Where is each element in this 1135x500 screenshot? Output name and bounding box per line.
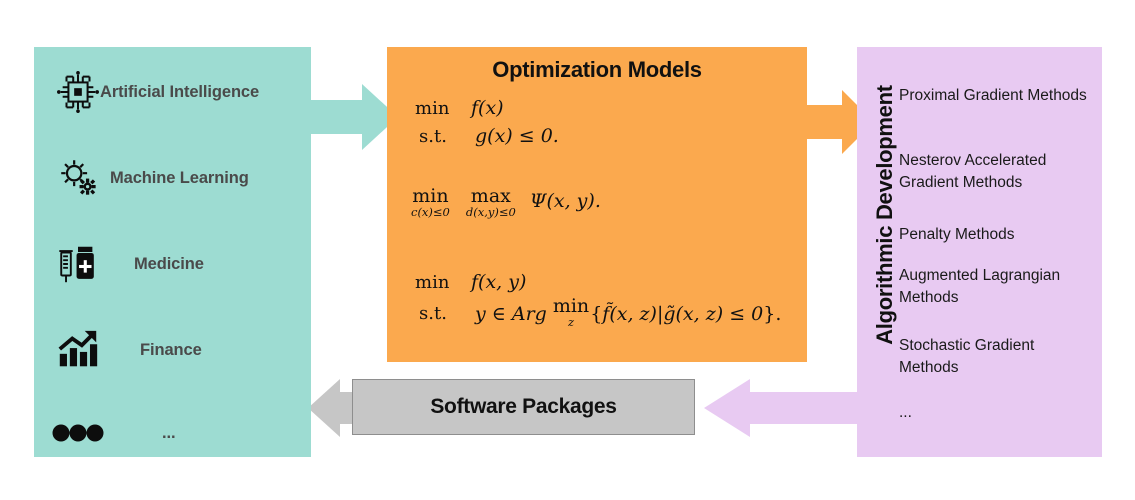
formula-line: min c(x)≤0 max d(x,y)≤0 Ψ(x, y). [411, 187, 601, 219]
bilevel-subject-to-keyword: s.t. [419, 302, 447, 324]
minimax-max-operator: max d(x,y)≤0 [466, 187, 516, 219]
syringe-vial-icon [50, 236, 106, 292]
bilevel-membership: y ∈ Arg [475, 302, 547, 325]
algorithmic-development-title: Algorithmic Development [872, 85, 897, 345]
algorithm-item-stochastic-gradient: Stochastic Gradient Methods [899, 337, 1035, 376]
algorithm-item-penalty: Penalty Methods [899, 226, 1015, 243]
domain-label-artificial-intelligence: Artificial Intelligence [100, 82, 260, 101]
formula-minimax: min c(x)≤0 max d(x,y)≤0 Ψ(x, y). [411, 187, 601, 219]
minimax-max-label: max [470, 185, 511, 207]
bilevel-close-brace: }. [763, 302, 782, 325]
minimax-min-label: min [412, 185, 449, 207]
algorithm-item-more: ... [899, 404, 912, 421]
arrow-domains-to-optimization [300, 84, 398, 150]
domain-label-machine-learning: Machine Learning [110, 168, 249, 187]
domain-item-more: ... [34, 402, 311, 464]
domain-item-machine-learning: Machine Learning [34, 147, 311, 209]
formula-line: s.t. g(x) ≤ 0. [415, 123, 559, 151]
domain-label-medicine: Medicine [134, 254, 204, 273]
domain-label-more: ... [162, 423, 176, 442]
bilevel-argmin-operator: min z [552, 294, 590, 329]
minimax-min-subscript: c(x)≤0 [411, 205, 450, 219]
optimization-models-box: Optimization Models min f(x) s.t. g(x) ≤… [387, 47, 807, 362]
bilevel-inner-constraint: g̃(x, z) ≤ 0 [663, 302, 764, 325]
formula-line: min f(x) [415, 95, 559, 123]
minimax-max-subscript: d(x,y)≤0 [465, 205, 516, 219]
minimax-objective: Ψ(x, y). [529, 190, 601, 212]
application-domains-panel: Artificial Intelligence Machine Learning… [34, 47, 311, 457]
domain-item-artificial-intelligence: Artificial Intelligence [34, 61, 311, 123]
optimization-models-title: Optimization Models [492, 57, 702, 82]
bilevel-objective: f(x, y) [471, 271, 527, 293]
cpu-chip-icon [50, 64, 106, 120]
bilevel-inner-objective: f̃(x, z) [602, 302, 657, 325]
formula-constraint: g(x) ≤ 0. [475, 124, 559, 147]
diagram-canvas: Artificial Intelligence Machine Learning… [0, 0, 1135, 500]
bar-chart-growth-icon [50, 322, 106, 378]
arrow-algorithms-to-software [704, 379, 882, 437]
formula-line: s.t. y ∈ Arg min z { f̃(x, z) | g̃(x, z)… [415, 294, 782, 329]
bilevel-argmin-subscript: z [567, 314, 575, 329]
minimax-min-operator: min c(x)≤0 [411, 187, 450, 219]
gears-icon [50, 150, 106, 206]
formula-constrained-minimization: min f(x) s.t. g(x) ≤ 0. [415, 95, 559, 150]
bilevel-argmin-label: min [552, 294, 590, 317]
formula-min-keyword: min [415, 98, 450, 119]
software-packages-label: Software Packages [430, 395, 617, 418]
domain-label-finance: Finance [140, 340, 202, 359]
software-packages-box: Software Packages [352, 379, 695, 435]
algorithm-item-augmented-lagrangian: Augmented Lagrangian Methods [899, 267, 1061, 306]
formula-line: min f(x, y) [415, 269, 781, 297]
bilevel-min-keyword: min [415, 272, 450, 293]
bilevel-open-brace: { [590, 302, 603, 325]
three-dots-icon [50, 405, 106, 461]
domain-item-finance: Finance [34, 319, 311, 381]
algorithm-item-nesterov-accelerated: Nesterov Accelerated Gradient Methods [899, 152, 1047, 191]
algorithm-item-proximal-gradient: Proximal Gradient Methods [899, 87, 1087, 104]
domain-item-medicine: Medicine [34, 233, 311, 295]
algorithmic-development-panel: Algorithmic Development Proximal Gradien… [857, 47, 1102, 457]
formula-subject-to-keyword: s.t. [419, 125, 447, 147]
formula-bilevel: min f(x, y) s.t. y ∈ Arg min z { f̃(x, z… [415, 269, 781, 328]
formula-objective: f(x) [471, 97, 504, 119]
